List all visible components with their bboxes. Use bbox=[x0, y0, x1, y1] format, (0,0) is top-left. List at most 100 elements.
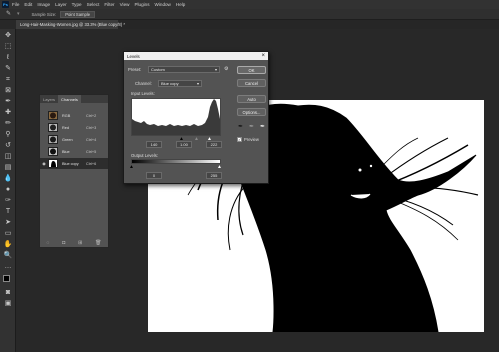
zoom-tool-icon[interactable]: 🔍 bbox=[3, 251, 13, 260]
eyedropper-icon[interactable]: ✎ bbox=[6, 11, 14, 18]
input-gamma-field[interactable]: 1.00 bbox=[176, 141, 192, 148]
blur-tool-icon[interactable]: 💧 bbox=[3, 174, 13, 183]
channel-row-blue-copy[interactable]: ◉ Blue copy Ctrl+6 bbox=[40, 158, 108, 169]
lasso-tool-icon[interactable]: ℓ bbox=[3, 53, 13, 62]
stamp-tool-icon[interactable]: ⚲ bbox=[3, 130, 13, 139]
preset-value: Custom bbox=[151, 67, 165, 72]
input-black-field[interactable]: 140 bbox=[146, 141, 162, 148]
cancel-button[interactable]: Cancel bbox=[237, 79, 266, 87]
load-selection-icon[interactable]: ◌ bbox=[46, 240, 49, 246]
channel-row-green[interactable]: Green Ctrl+4 bbox=[40, 134, 108, 145]
tab-channels[interactable]: Channels bbox=[58, 95, 81, 103]
menu-image[interactable]: Image bbox=[37, 2, 50, 7]
pen-tool-icon[interactable]: ✑ bbox=[3, 196, 13, 205]
chevron-down-icon[interactable]: ▾ bbox=[17, 11, 20, 17]
close-icon[interactable]: × bbox=[261, 52, 265, 60]
white-eyedropper-icon[interactable]: ✒ bbox=[260, 123, 265, 130]
healing-brush-tool-icon[interactable]: ✚ bbox=[3, 108, 13, 117]
chevron-down-icon: ▾ bbox=[196, 81, 199, 86]
move-tool-icon[interactable]: ✥ bbox=[3, 31, 13, 40]
channel-shortcut: Ctrl+6 bbox=[86, 161, 97, 166]
foreground-color-swatch[interactable] bbox=[3, 275, 10, 282]
ok-button[interactable]: OK bbox=[237, 66, 266, 74]
channel-name: Green bbox=[62, 137, 73, 142]
channel-name: RGB bbox=[62, 113, 71, 118]
crop-tool-icon[interactable]: ⌗ bbox=[3, 75, 13, 84]
menu-select[interactable]: Select bbox=[87, 2, 100, 7]
channel-name: Blue bbox=[62, 149, 70, 154]
menu-window[interactable]: Window bbox=[155, 2, 171, 7]
output-black-slider[interactable]: ▲ bbox=[129, 164, 134, 170]
channel-name: Blue copy bbox=[62, 161, 79, 166]
channel-name: Red bbox=[62, 125, 69, 130]
output-white-field[interactable]: 255 bbox=[206, 172, 222, 179]
quick-select-tool-icon[interactable]: ✎ bbox=[3, 64, 13, 73]
histogram-graph bbox=[132, 99, 220, 135]
preset-select[interactable]: Custom ▾ bbox=[148, 66, 220, 73]
delete-channel-icon[interactable]: 🗑 bbox=[95, 240, 101, 246]
channel-row-blue[interactable]: Blue Ctrl+5 bbox=[40, 146, 108, 157]
save-selection-icon[interactable]: ◘ bbox=[62, 240, 65, 246]
chevron-down-icon: ▾ bbox=[214, 67, 217, 72]
screen-mode-icon[interactable]: ▣ bbox=[3, 299, 13, 308]
menu-edit[interactable]: Edit bbox=[24, 2, 32, 7]
channel-row-red[interactable]: Red Ctrl+3 bbox=[40, 122, 108, 133]
more-tools-icon[interactable]: … bbox=[3, 262, 13, 271]
brush-tool-icon[interactable]: ✏ bbox=[3, 119, 13, 128]
gray-eyedropper-icon[interactable]: ✒ bbox=[249, 123, 254, 130]
menu-plugins[interactable]: Plugins bbox=[134, 2, 149, 7]
output-levels-label: Output Levels: bbox=[131, 153, 159, 158]
sample-size-label: Sample Size: bbox=[31, 11, 57, 17]
input-white-field[interactable]: 222 bbox=[206, 141, 222, 148]
channel-shortcut: Ctrl+4 bbox=[86, 137, 97, 142]
output-white-slider[interactable]: ▲ bbox=[217, 164, 222, 170]
path-select-tool-icon[interactable]: ➤ bbox=[3, 218, 13, 227]
frame-tool-icon[interactable]: ⊠ bbox=[3, 86, 13, 95]
options-bar: ✎ ▾ Sample Size: Point Sample bbox=[0, 9, 499, 20]
channel-value: Blue copy bbox=[161, 81, 179, 86]
document-tab[interactable]: Long-Hair-Masking-Women.jpg @ 33.3% (Blu… bbox=[16, 20, 125, 29]
preset-label: Preset: bbox=[128, 67, 142, 72]
channel-thumbnail bbox=[48, 159, 58, 168]
menu-file[interactable]: File bbox=[12, 2, 19, 7]
channel-select[interactable]: Blue copy ▾ bbox=[158, 80, 202, 87]
type-tool-icon[interactable]: T bbox=[3, 207, 13, 216]
preset-options-icon[interactable]: ⚙ bbox=[224, 66, 228, 72]
history-brush-tool-icon[interactable]: ↺ bbox=[3, 141, 13, 150]
document-tab-bar: Long-Hair-Masking-Women.jpg @ 33.3% (Blu… bbox=[16, 20, 499, 29]
channel-row-rgb[interactable]: RGB Ctrl+2 bbox=[40, 110, 108, 121]
black-eyedropper-icon[interactable]: ✒ bbox=[238, 123, 243, 130]
menu-bar: Ps File Edit Image Layer Type Select Fil… bbox=[0, 0, 499, 9]
panel-tabs: Layers Channels bbox=[40, 95, 108, 103]
menu-view[interactable]: View bbox=[120, 2, 130, 7]
output-black-field[interactable]: 0 bbox=[146, 172, 162, 179]
channel-label: Channel: bbox=[135, 81, 152, 86]
sample-size-select[interactable]: Point Sample bbox=[60, 10, 96, 18]
auto-button[interactable]: Auto bbox=[237, 95, 266, 103]
menu-layer[interactable]: Layer bbox=[55, 2, 67, 7]
menu-type[interactable]: Type bbox=[72, 2, 82, 7]
preview-label: Preview bbox=[244, 137, 259, 142]
preview-checkbox[interactable]: ✓ bbox=[237, 137, 242, 142]
shape-tool-icon[interactable]: ▭ bbox=[3, 229, 13, 238]
tab-layers[interactable]: Layers bbox=[40, 95, 58, 103]
options-button[interactable]: Options... bbox=[237, 108, 266, 116]
levels-dialog: Levels × Preset: Custom ▾ ⚙ Channel: Blu… bbox=[123, 51, 269, 184]
quick-mask-icon[interactable]: ◙ bbox=[3, 288, 13, 297]
photoshop-logo: Ps bbox=[2, 1, 9, 8]
dodge-tool-icon[interactable]: ● bbox=[3, 185, 13, 194]
menu-help[interactable]: Help bbox=[176, 2, 185, 7]
channel-thumbnail bbox=[48, 147, 58, 156]
hand-tool-icon[interactable]: ✋ bbox=[3, 240, 13, 249]
midtone-slider[interactable]: ▲ bbox=[194, 136, 199, 142]
preview-checkbox-row[interactable]: ✓ Preview bbox=[237, 137, 259, 142]
eye-icon[interactable]: ◉ bbox=[40, 161, 48, 166]
new-channel-icon[interactable]: ⊞ bbox=[78, 240, 82, 246]
marquee-tool-icon[interactable]: ⬚ bbox=[3, 42, 13, 51]
histogram bbox=[131, 98, 221, 136]
eyedropper-tool-icon[interactable]: ✒ bbox=[3, 97, 13, 106]
channel-shortcut: Ctrl+5 bbox=[86, 149, 97, 154]
eraser-tool-icon[interactable]: ◫ bbox=[3, 152, 13, 161]
menu-filter[interactable]: Filter bbox=[104, 2, 114, 7]
gradient-tool-icon[interactable]: ▤ bbox=[3, 163, 13, 172]
